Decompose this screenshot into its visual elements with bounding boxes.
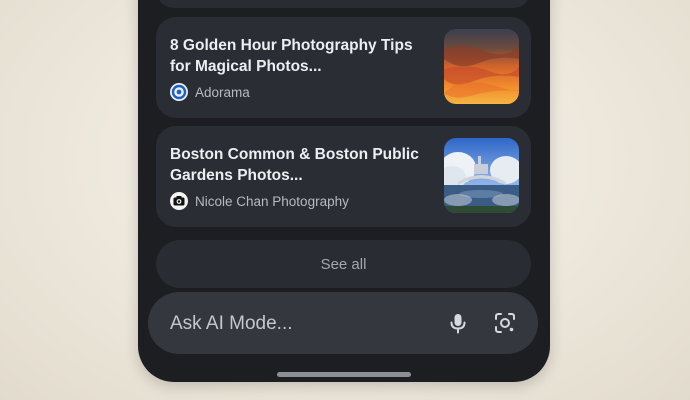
ask-ai-mode-bar[interactable] <box>148 292 538 356</box>
microphone-icon[interactable] <box>446 311 470 335</box>
result-title[interactable]: Boston Common & Boston Public Gardens Ph… <box>170 144 420 186</box>
see-all-button[interactable]: See all <box>156 240 531 288</box>
sunset-sky-thumbnail[interactable] <box>444 29 519 104</box>
result-card[interactable]: 8 Golden Hour Photography Tips for Magic… <box>156 17 531 118</box>
result-card[interactable]: Boston Common & Boston Public Gardens Ph… <box>156 126 531 227</box>
park-bridge-thumbnail[interactable] <box>444 138 519 213</box>
source-name: Adorama <box>195 84 250 100</box>
result-source: Adorama <box>170 83 250 101</box>
result-title[interactable]: 8 Golden Hour Photography Tips for Magic… <box>170 35 420 77</box>
camera-lens-icon[interactable] <box>493 311 517 335</box>
previous-result-card[interactable] <box>156 0 531 8</box>
adorama-logo-icon <box>170 83 188 101</box>
source-name: Nicole Chan Photography <box>195 193 349 209</box>
phone-screen: 8 Golden Hour Photography Tips for Magic… <box>138 0 550 382</box>
home-indicator[interactable] <box>277 372 411 377</box>
result-source: Nicole Chan Photography <box>170 192 349 210</box>
ask-ai-mode-input[interactable] <box>168 292 442 356</box>
camera-logo-icon <box>170 192 188 210</box>
